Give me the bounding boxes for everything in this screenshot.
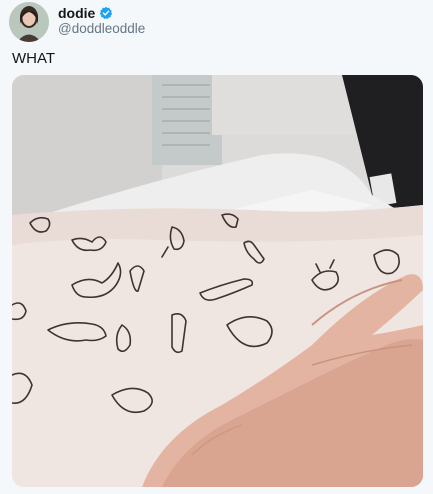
name-row: dodie xyxy=(58,5,113,21)
tweet-text: WHAT xyxy=(12,50,56,67)
tweet-photo[interactable] xyxy=(12,75,423,487)
tweet-card: dodie @doddleoddle WHAT xyxy=(0,0,433,494)
display-name[interactable]: dodie xyxy=(58,5,95,21)
avatar[interactable] xyxy=(9,2,49,42)
user-handle[interactable]: @doddleoddle xyxy=(58,21,145,36)
verified-badge-icon xyxy=(99,6,113,20)
